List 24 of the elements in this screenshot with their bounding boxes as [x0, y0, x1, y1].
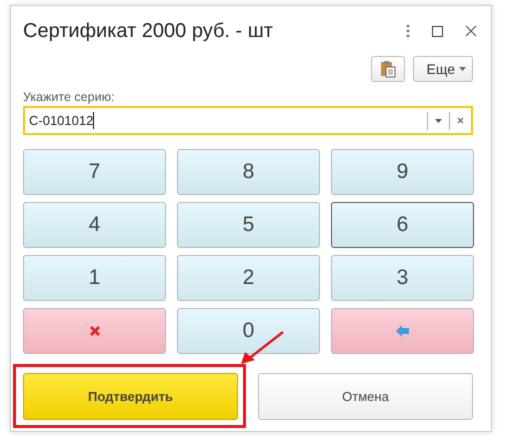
confirm-button[interactable]: Подтвердить [23, 373, 238, 420]
close-icon[interactable] [465, 25, 477, 37]
cross-icon [88, 325, 100, 337]
digit-key[interactable]: 9 [331, 149, 474, 195]
clipboard-icon [380, 60, 396, 78]
window-title: Сертификат 2000 руб. - шт [23, 20, 274, 42]
paste-button[interactable] [370, 56, 404, 82]
cancel-button[interactable]: Отмена [258, 373, 473, 420]
digit-key[interactable]: 6 [331, 202, 474, 248]
maximize-icon[interactable] [432, 26, 443, 36]
series-field[interactable]: С-0101012 [23, 106, 473, 135]
digit-key[interactable]: 2 [177, 255, 320, 301]
digit-key[interactable]: 0 [177, 308, 320, 354]
more-button[interactable]: Еще [412, 56, 473, 82]
digit-key[interactable]: 4 [23, 202, 166, 248]
digit-key[interactable]: 1 [23, 255, 166, 301]
digit-key[interactable]: 8 [177, 149, 320, 195]
left-arrow-icon [396, 325, 409, 337]
digit-key[interactable]: 7 [23, 149, 166, 195]
digit-key[interactable]: 5 [177, 202, 320, 248]
digit-key[interactable]: 3 [331, 255, 474, 301]
caret-icon [459, 67, 466, 71]
more-options-icon[interactable] [406, 24, 410, 38]
field-label: Укажите серию: [23, 90, 116, 104]
